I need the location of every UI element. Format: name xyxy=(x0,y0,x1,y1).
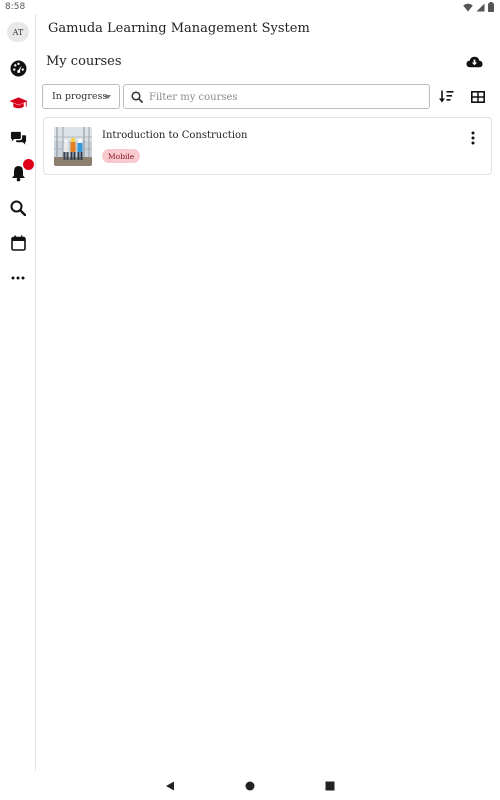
signal-icon xyxy=(476,3,485,11)
notification-badge xyxy=(23,159,34,170)
rail-item-search[interactable] xyxy=(6,196,30,220)
chat-bubbles-icon xyxy=(10,131,26,145)
search-icon xyxy=(131,91,143,103)
course-filter-search[interactable] xyxy=(123,84,430,109)
home-circle-icon xyxy=(245,781,255,791)
course-tag: Mobile xyxy=(102,149,141,163)
more-vertical-icon xyxy=(471,131,475,145)
rail-item-more[interactable] xyxy=(6,266,30,290)
nav-home-button[interactable] xyxy=(242,778,258,794)
chevron-down-icon xyxy=(105,95,111,99)
system-nav-bar xyxy=(0,771,500,800)
course-filter-input[interactable] xyxy=(149,88,419,106)
graduation-cap-icon xyxy=(8,96,28,108)
calendar-icon xyxy=(10,235,26,251)
app-title: Gamuda Learning Management System xyxy=(48,21,310,36)
nav-recents-button[interactable] xyxy=(322,778,338,794)
page-title: My courses xyxy=(46,54,122,69)
more-horizontal-icon xyxy=(11,276,25,280)
status-icons xyxy=(463,2,494,12)
avatar[interactable]: AT xyxy=(7,22,29,42)
search-icon xyxy=(10,200,26,216)
rail-item-my-courses[interactable] xyxy=(6,91,30,115)
rail-item-dashboard[interactable] xyxy=(6,56,30,80)
side-rail: AT xyxy=(0,14,36,771)
back-triangle-icon xyxy=(166,781,174,791)
course-status-select[interactable]: In progress xyxy=(42,84,120,109)
status-time: 8:58 xyxy=(5,2,26,12)
battery-icon xyxy=(488,2,494,12)
sort-button[interactable] xyxy=(437,87,455,105)
wifi-icon xyxy=(463,3,473,11)
cloud-download-icon xyxy=(465,56,483,68)
recents-square-icon xyxy=(325,781,335,791)
grid-view-icon xyxy=(471,91,485,103)
rail-item-calendar[interactable] xyxy=(6,231,30,255)
course-thumbnail xyxy=(54,127,92,166)
view-layout-button[interactable] xyxy=(469,88,487,106)
course-card[interactable]: Introduction to Construction Mobile xyxy=(43,117,492,175)
course-status-selected: In progress xyxy=(52,91,108,102)
rail-item-messages[interactable] xyxy=(6,126,30,150)
sort-ascending-icon xyxy=(438,90,453,102)
avatar-initials: AT xyxy=(12,27,24,37)
download-courses-button[interactable] xyxy=(464,53,484,71)
status-bar: 8:58 xyxy=(0,0,500,14)
course-options-button[interactable] xyxy=(465,129,481,147)
nav-back-button[interactable] xyxy=(162,778,178,794)
dashboard-gauge-icon xyxy=(10,60,26,76)
course-name[interactable]: Introduction to Construction xyxy=(102,130,248,141)
